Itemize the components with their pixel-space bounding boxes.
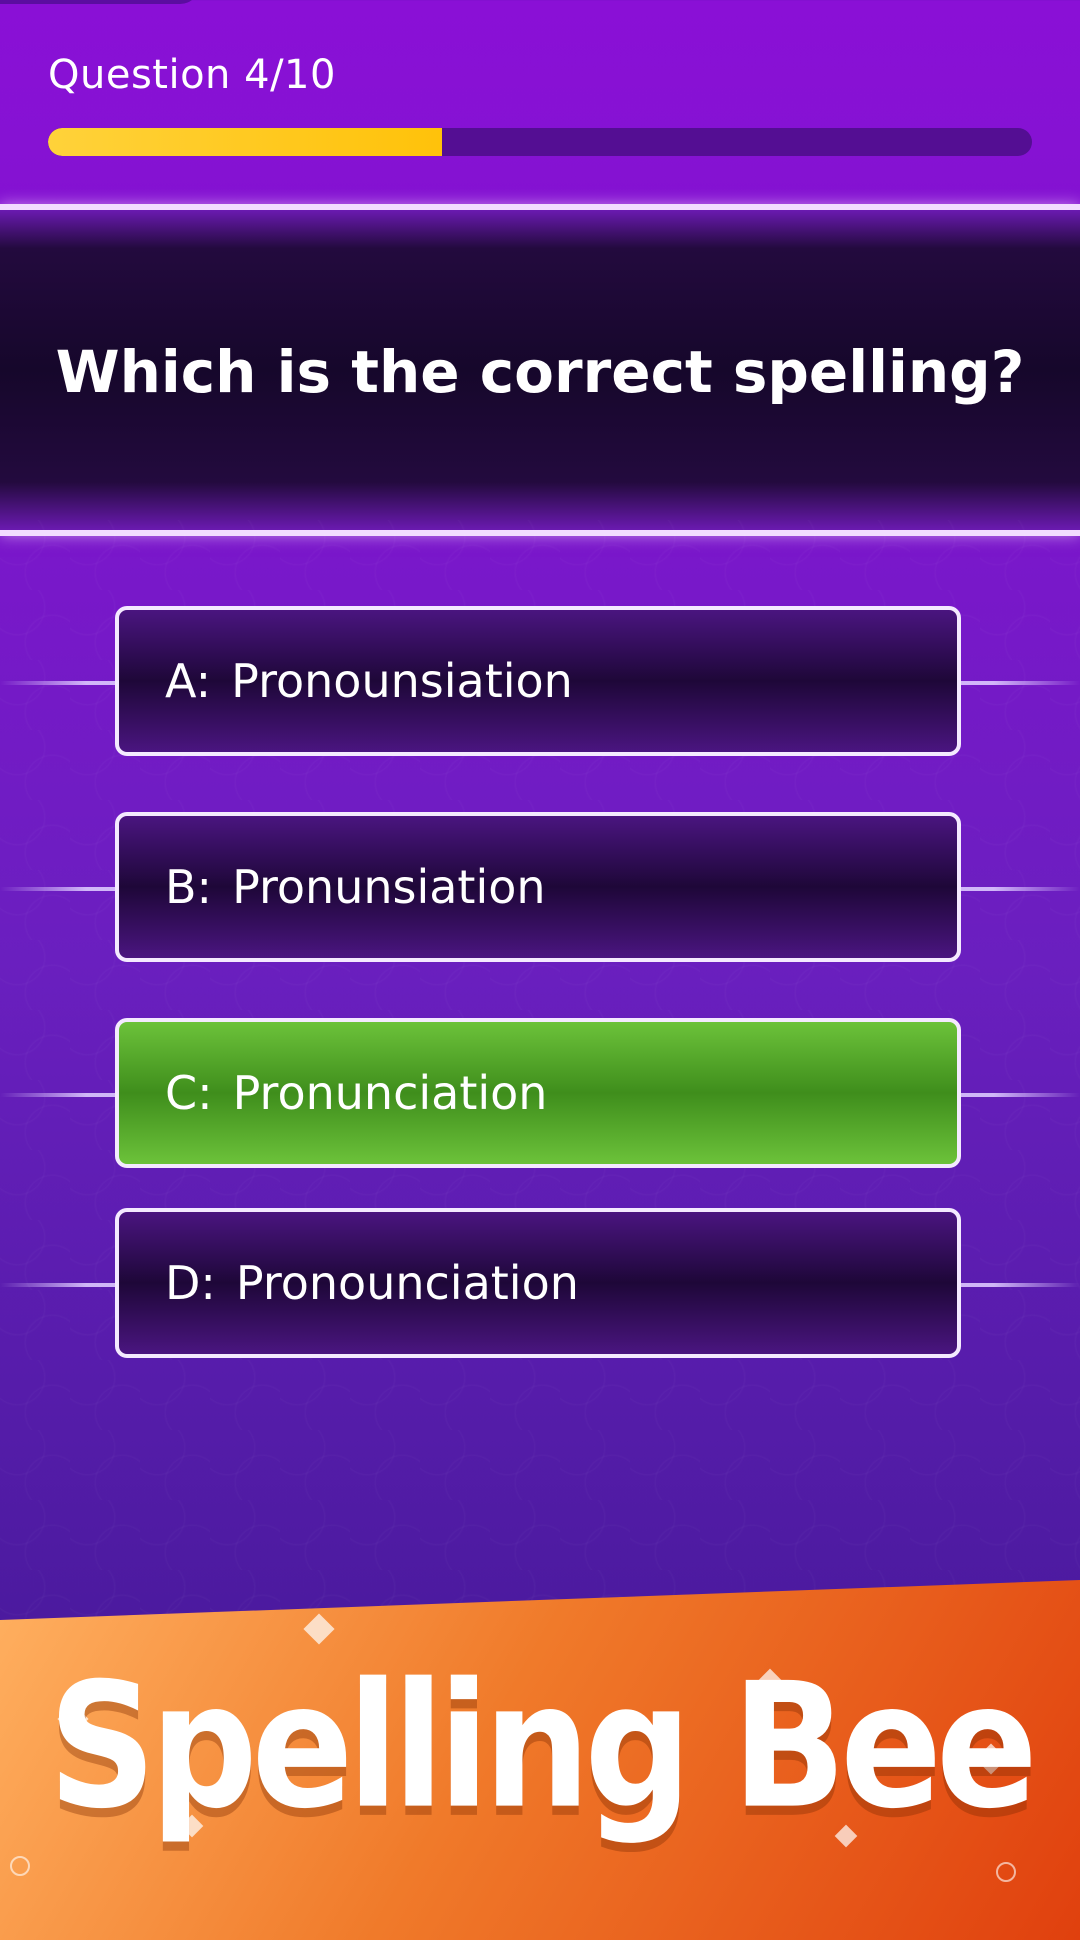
answer-option-d[interactable]: D: Pronounciation bbox=[115, 1208, 961, 1358]
answer-text: Pronunsiation bbox=[232, 860, 546, 914]
answer-letter: B: bbox=[165, 860, 213, 914]
answer-option-b[interactable]: B: Pronunsiation bbox=[115, 812, 961, 962]
answer-text: Pronounciation bbox=[235, 1256, 579, 1310]
ring-icon bbox=[10, 1856, 30, 1876]
ring-icon bbox=[996, 1862, 1016, 1882]
app-title: Spelling Bee bbox=[48, 1646, 1038, 1848]
top-tab bbox=[0, 0, 200, 4]
answer-letter: C: bbox=[165, 1066, 213, 1120]
progress-fill bbox=[48, 128, 442, 156]
answer-letter: A: bbox=[165, 654, 212, 708]
progress-bar bbox=[48, 128, 1032, 156]
question-panel: Which is the correct spelling? bbox=[0, 204, 1080, 536]
question-counter: Question 4/10 bbox=[48, 52, 336, 98]
answer-option-c[interactable]: C: Pronunciation bbox=[115, 1018, 961, 1168]
answer-text: Pronunciation bbox=[232, 1066, 548, 1120]
answer-option-a[interactable]: A: Pronounsiation bbox=[115, 606, 961, 756]
answer-letter: D: bbox=[165, 1256, 216, 1310]
question-text: Which is the correct spelling? bbox=[55, 338, 1025, 406]
answer-text: Pronounsiation bbox=[231, 654, 573, 708]
